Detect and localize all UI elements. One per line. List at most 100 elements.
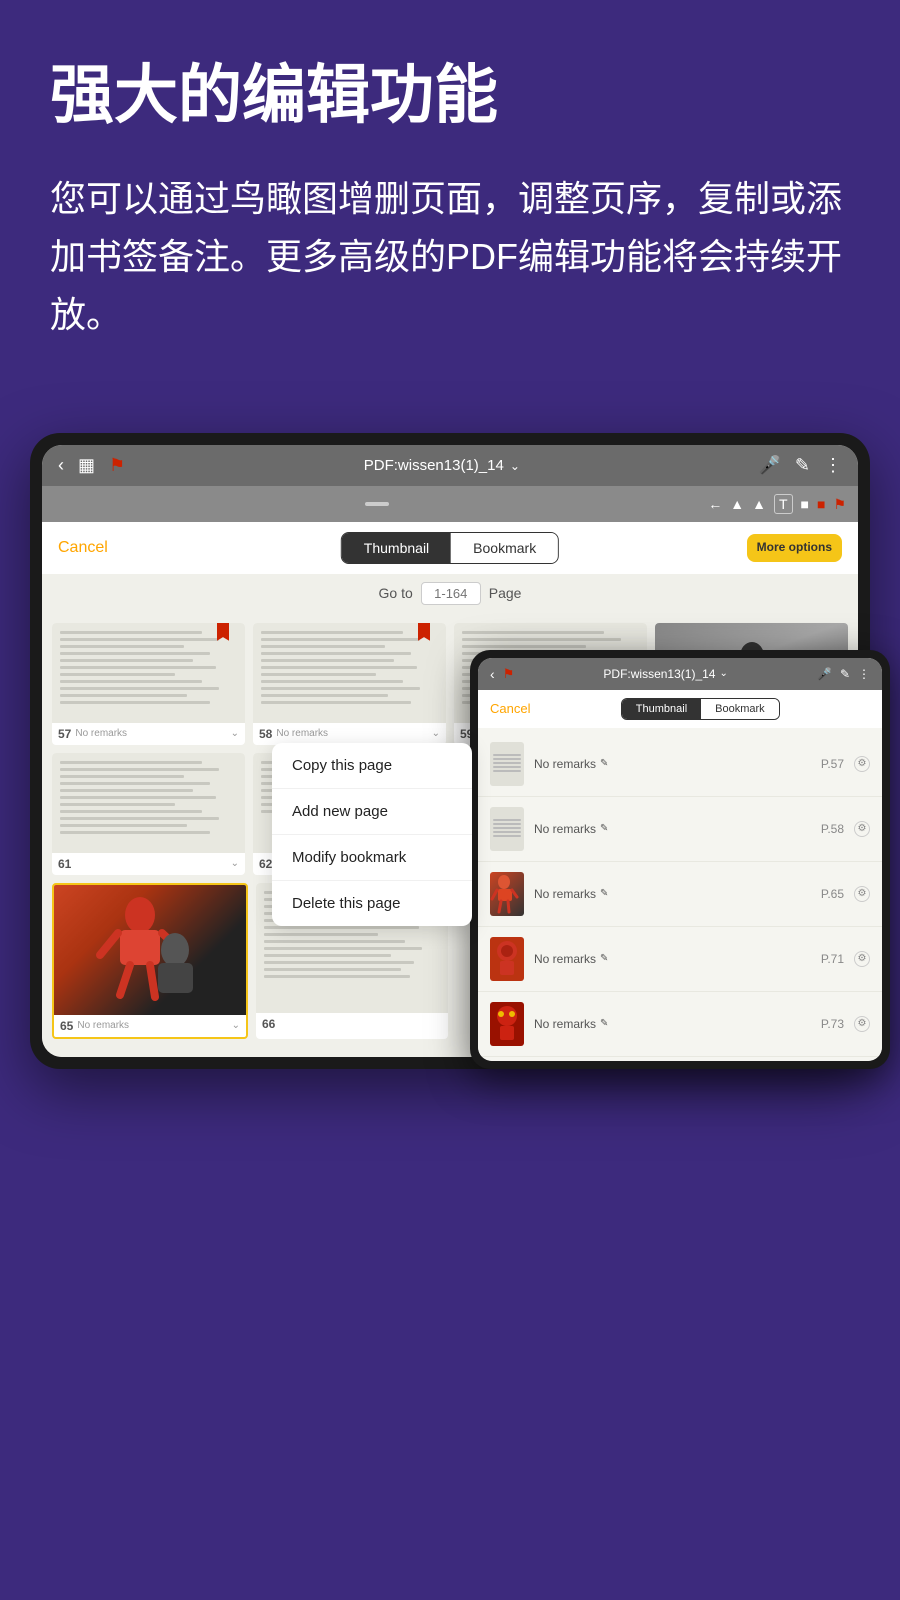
toolbar-icon3[interactable]: T <box>774 494 793 514</box>
back-icon[interactable]: ‹ <box>58 455 64 476</box>
context-menu: Copy this page Add new page Modify bookm… <box>272 743 472 926</box>
thumb-footer-65: 65 No remarks ⌄ <box>54 1015 246 1037</box>
chevron-down-icon[interactable]: ⌄ <box>231 858 239 869</box>
second-topbar: ‹ ⚑ PDF:wissen13(1)_14 ⌄ 🎤 ✎ ⋮ <box>478 658 882 690</box>
bookmark-info-58: No remarks ✎ <box>534 822 811 836</box>
bookmark-illus-73 <box>490 1002 524 1046</box>
second-more-icon[interactable]: ⋮ <box>858 667 870 681</box>
bookmark-thumb-58 <box>490 807 524 851</box>
goto-bar: Go to Page <box>42 574 858 613</box>
tab-group: Thumbnail Bookmark <box>341 532 559 564</box>
table-row[interactable]: 65 No remarks ⌄ <box>52 883 248 1039</box>
bookmark-thumb-71 <box>490 937 524 981</box>
bookmark-info-73: No remarks ✎ <box>534 1017 811 1031</box>
thumb-footer-61: 61 ⌄ <box>52 853 245 875</box>
toolbar-highlight[interactable]: ■ <box>817 496 825 512</box>
bookmark-illus-71 <box>490 937 524 981</box>
wrestling-illustration <box>54 885 246 1015</box>
menu-item-add[interactable]: Add new page <box>272 789 472 835</box>
bookmark-list: No remarks ✎ P.57 ⚙ <box>478 728 882 1061</box>
second-bookmark-icon[interactable]: ⚑ <box>503 666 515 682</box>
topbar-left: ‹ ▦ ⚑ <box>58 455 125 476</box>
cancel-button[interactable]: Cancel <box>58 539 108 557</box>
second-pen-icon[interactable]: ✎ <box>840 667 850 681</box>
pen-icon[interactable]: ✎ <box>795 455 810 476</box>
bookmark-info-65: No remarks ✎ <box>534 887 811 901</box>
second-header: Cancel Thumbnail Bookmark <box>478 690 882 728</box>
edit-icon[interactable]: ✎ <box>600 953 608 964</box>
chevron-down-icon[interactable]: ⌄ <box>231 728 239 739</box>
second-cancel-button[interactable]: Cancel <box>490 701 530 716</box>
thumb-image-61 <box>52 753 245 853</box>
edit-icon[interactable]: ✎ <box>600 888 608 899</box>
list-item[interactable]: No remarks ✎ P.71 ⚙ <box>478 927 882 992</box>
toolbar-strip: ← ▲ ▲ T ■ ■ ⚑ <box>42 486 858 522</box>
settings-icon[interactable]: ⚙ <box>854 821 870 837</box>
list-item[interactable]: No remarks ✎ P.73 ⚙ <box>478 992 882 1057</box>
chevron-down-icon[interactable]: ⌄ <box>432 728 440 739</box>
toolbar-undo[interactable]: ← <box>708 496 722 512</box>
bookmark-info-57: No remarks ✎ <box>534 757 811 771</box>
bookmark-info-71: No remarks ✎ <box>534 952 811 966</box>
bookmark-thumb-57 <box>490 742 524 786</box>
edit-icon[interactable]: ✎ <box>600 1018 608 1029</box>
second-tab-group: Thumbnail Bookmark <box>621 698 780 720</box>
settings-icon[interactable]: ⚙ <box>854 886 870 902</box>
grid-icon[interactable]: ▦ <box>78 455 95 476</box>
bookmark-thumb-73 <box>490 1002 524 1046</box>
more-options-button[interactable]: More options <box>747 534 842 562</box>
hero-description: 您可以通过鸟瞰图增删页面，调整页序，复制或添加书签备注。更多高级的PDF编辑功能… <box>50 170 850 343</box>
menu-item-delete[interactable]: Delete this page <box>272 881 472 926</box>
second-back-icon[interactable]: ‹ <box>490 666 495 682</box>
second-dropdown-icon[interactable]: ⌄ <box>719 668 727 679</box>
goto-label: Go to <box>379 585 413 601</box>
table-row[interactable]: 57 No remarks ⌄ <box>52 623 245 745</box>
tab-thumbnail[interactable]: Thumbnail <box>342 533 451 563</box>
thumb-image-58 <box>253 623 446 723</box>
thumb-footer-57: 57 No remarks ⌄ <box>52 723 245 745</box>
table-row[interactable]: 61 ⌄ <box>52 753 245 875</box>
thumb-footer-66: 66 <box>256 1013 448 1035</box>
second-mic-icon[interactable]: 🎤 <box>817 667 832 681</box>
list-item[interactable]: No remarks ✎ P.58 ⚙ <box>478 797 882 862</box>
settings-icon[interactable]: ⚙ <box>854 1016 870 1032</box>
thumbnail-header: Cancel Thumbnail Bookmark More options <box>42 522 858 574</box>
app-topbar: ‹ ▦ ⚑ PDF:wissen13(1)_14 ⌄ 🎤 ✎ ⋮ <box>42 445 858 486</box>
hero-title: 强大的编辑功能 <box>50 60 850 130</box>
page-label: Page <box>489 585 522 601</box>
chevron-down-icon[interactable]: ⌄ <box>232 1020 240 1031</box>
toolbar-icon2[interactable]: ▲ <box>752 496 766 512</box>
bookmark-illus-65 <box>490 872 524 916</box>
list-item[interactable]: No remarks ✎ P.65 ⚙ <box>478 862 882 927</box>
settings-icon[interactable]: ⚙ <box>854 756 870 772</box>
edit-icon[interactable]: ✎ <box>600 758 608 769</box>
table-row[interactable]: 58 No remarks ⌄ <box>253 623 446 745</box>
mic-icon[interactable]: 🎤 <box>758 455 780 476</box>
thumb-image-65 <box>54 885 246 1015</box>
tab-bookmark[interactable]: Bookmark <box>451 533 558 563</box>
bookmark-thumb-65 <box>490 872 524 916</box>
page-input[interactable] <box>421 582 481 605</box>
bookmark-icon-red[interactable]: ⚑ <box>109 455 125 476</box>
thumb-footer-58: 58 No remarks ⌄ <box>253 723 446 745</box>
hero-section: 强大的编辑功能 您可以通过鸟瞰图增删页面，调整页序，复制或添加书签备注。更多高级… <box>0 0 900 433</box>
second-tablet: ‹ ⚑ PDF:wissen13(1)_14 ⌄ 🎤 ✎ ⋮ Cancel Th… <box>470 650 890 1069</box>
menu-item-modify[interactable]: Modify bookmark <box>272 835 472 881</box>
topbar-right: 🎤 ✎ ⋮ <box>758 455 842 476</box>
second-tab-bookmark[interactable]: Bookmark <box>701 699 779 719</box>
second-topbar-title: PDF:wissen13(1)_14 ⌄ <box>522 667 809 681</box>
toolbar-bookmark-red[interactable]: ⚑ <box>833 496 846 513</box>
dropdown-icon[interactable]: ⌄ <box>510 459 520 473</box>
menu-item-copy[interactable]: Copy this page <box>272 743 472 789</box>
toolbar-icon1[interactable]: ▲ <box>730 496 744 512</box>
list-item[interactable]: No remarks ✎ P.57 ⚙ <box>478 732 882 797</box>
settings-icon[interactable]: ⚙ <box>854 951 870 967</box>
second-tab-thumbnail[interactable]: Thumbnail <box>622 699 701 719</box>
topbar-title: PDF:wissen13(1)_14 ⌄ <box>137 457 746 474</box>
thumb-image-57 <box>52 623 245 723</box>
device-container: ‹ ▦ ⚑ PDF:wissen13(1)_14 ⌄ 🎤 ✎ ⋮ ← ▲ <box>0 433 900 1069</box>
more-icon[interactable]: ⋮ <box>824 455 842 476</box>
second-screen: ‹ ⚑ PDF:wissen13(1)_14 ⌄ 🎤 ✎ ⋮ Cancel Th… <box>478 658 882 1061</box>
toolbar-icon4[interactable]: ■ <box>801 496 809 512</box>
edit-icon[interactable]: ✎ <box>600 823 608 834</box>
